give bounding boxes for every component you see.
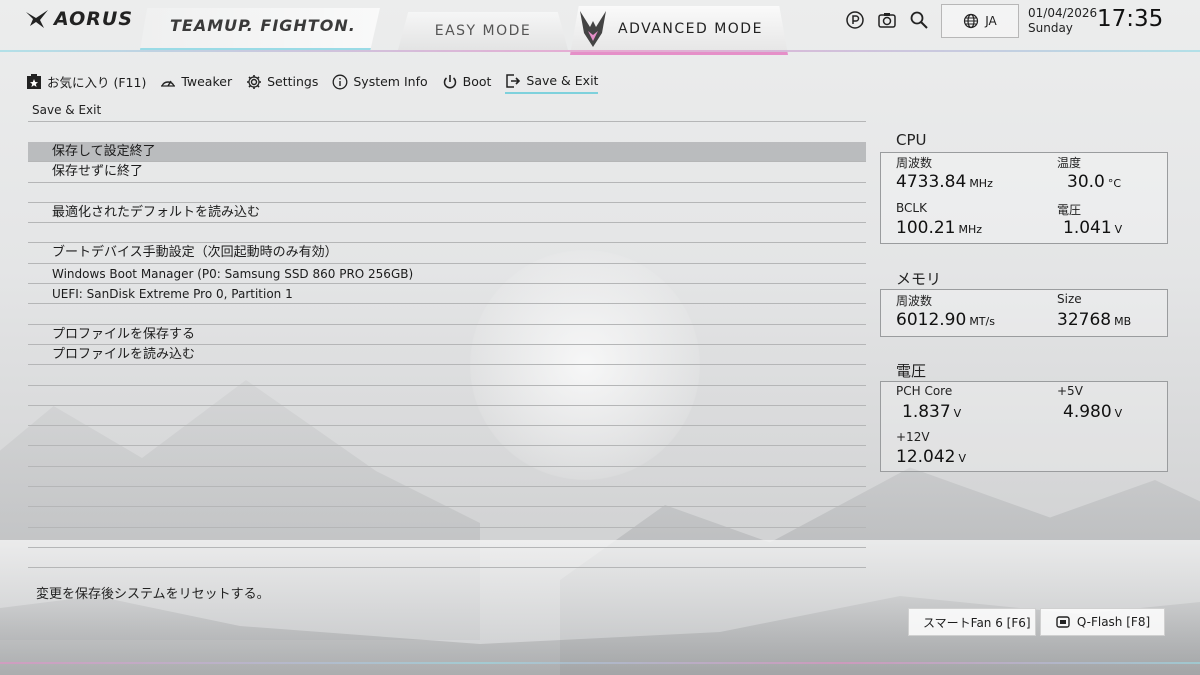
advanced-mode-tab[interactable]: ADVANCED MODE: [570, 6, 788, 55]
pch-core-value: 1.837 V: [902, 402, 962, 422]
menu-empty-row: [28, 467, 866, 488]
nav-boot[interactable]: Boot: [442, 74, 492, 93]
cpu-title: CPU: [896, 131, 927, 149]
qflash-button[interactable]: Q-Flash [F8]: [1040, 608, 1165, 636]
search-icon[interactable]: [909, 10, 929, 30]
menu-empty-row: [28, 446, 866, 467]
memory-freq-value: 6012.90 MT/s: [896, 310, 995, 330]
menu-empty-row: [28, 365, 866, 386]
header-divider: [0, 50, 1200, 52]
day-text: Sunday: [1028, 21, 1073, 35]
date-text: 01/04/2026: [1028, 6, 1098, 20]
qflash-label: Q-Flash [F8]: [1076, 615, 1151, 629]
power-icon: [443, 74, 456, 88]
nav-system-info-label: System Info: [353, 74, 428, 89]
cpu-bclk-value: 100.21 MHz: [896, 218, 983, 238]
menu-spacer: [28, 304, 866, 325]
easy-mode-tab[interactable]: EASY MODE: [398, 12, 568, 50]
menu-exit-without-saving[interactable]: 保存せずに終了: [28, 162, 866, 183]
advanced-mode-label: ADVANCED MODE: [618, 21, 763, 37]
banner-text: TEAMUP. FIGHTON.: [170, 16, 356, 35]
logo-text: AORUS: [54, 8, 134, 30]
cpu-volt-value: 1.041 V: [1063, 218, 1123, 238]
language-label: JA: [985, 14, 997, 28]
cpu-temp-value: 30.0 °C: [1067, 172, 1122, 192]
globe-icon: [964, 13, 979, 29]
teamup-banner: TEAMUP. FIGHTON.: [140, 8, 380, 50]
cpu-volt-label: 電圧: [1057, 203, 1082, 217]
menu-load-optimized-defaults[interactable]: 最適化されたデフォルトを読み込む: [28, 203, 866, 224]
nav-system-info[interactable]: System Info: [332, 74, 428, 93]
cpu-freq-value: 4733.84 MHz: [896, 172, 993, 192]
title-divider: [28, 121, 866, 122]
memory-size-label: Size: [1057, 292, 1082, 306]
exit-arrow-icon: [506, 73, 521, 88]
v12-value: 12.042 V: [896, 447, 967, 467]
cpu-bclk-label: BCLK: [896, 201, 927, 215]
menu-empty-row: [28, 406, 866, 427]
nav-tweaker-label: Tweaker: [181, 74, 233, 89]
voltage-title: 電圧: [896, 362, 927, 380]
footer-divider: [0, 662, 1200, 664]
gear-icon: [247, 74, 262, 89]
v5-value: 4.980 V: [1063, 402, 1123, 422]
menu-save-and-exit[interactable]: 保存して設定終了: [28, 142, 866, 163]
speedometer-icon: [161, 80, 176, 87]
menu-spacer: [28, 183, 866, 203]
voltage-box: PCH Core 1.837 V +5V 4.980 V +12V 12.042 V: [880, 381, 1168, 472]
v5-label: +5V: [1057, 384, 1083, 398]
nav-favorites-label: お気に入り (F11): [47, 75, 147, 90]
date-display: 01/04/2026 Sunday: [1028, 6, 1097, 36]
menu-save-profile[interactable]: プロファイルを保存する: [28, 325, 866, 345]
nav-favorites[interactable]: お気に入り (F11): [26, 72, 146, 94]
favorite-star-icon: [27, 73, 41, 89]
nav-save-exit-label: Save & Exit: [526, 73, 599, 88]
menu-empty-row: [28, 507, 866, 528]
clock: 17:35: [1097, 6, 1164, 32]
menu-empty-row: [28, 528, 866, 548]
cpu-box: 周波数 4733.84 MHz 温度 30.0 °C BCLK 100.21 MHz …: [880, 152, 1168, 244]
nav-settings[interactable]: Settings: [246, 74, 318, 93]
eagle-icon: [26, 10, 48, 28]
nav-settings-label: Settings: [267, 74, 319, 89]
memory-title: メモリ: [896, 270, 942, 288]
menu-empty-row: [28, 548, 866, 569]
chip-icon: [1056, 616, 1070, 628]
header-icons: [845, 10, 929, 30]
memory-freq-label: 周波数: [896, 294, 933, 308]
memory-box: 周波数 6012.90 MT/s Size 32768 MB: [880, 289, 1168, 337]
camera-icon[interactable]: [877, 10, 897, 30]
profile-p-icon[interactable]: [845, 10, 865, 30]
menu-empty-row: [28, 386, 866, 406]
cpu-freq-label: 周波数: [896, 156, 933, 170]
nav-tweaker[interactable]: Tweaker: [160, 74, 232, 93]
menu-load-profile[interactable]: プロファイルを読み込む: [28, 345, 866, 366]
memory-size-value: 32768 MB: [1057, 310, 1132, 330]
menu-boot-uefi-sandisk[interactable]: UEFI: SanDisk Extreme Pro 0, Partition 1: [28, 284, 866, 305]
save-exit-menu: 保存して設定終了 保存せずに終了 最適化されたデフォルトを読み込む ブートデバイ…: [28, 142, 866, 569]
menu-spacer: [28, 223, 866, 244]
menu-empty-row: [28, 426, 866, 447]
menu-boot-override-header: ブートデバイス手動設定（次回起動時のみ有効）: [28, 243, 866, 264]
v12-label: +12V: [896, 430, 930, 444]
language-selector[interactable]: JA: [941, 4, 1019, 38]
menu-boot-windows-manager[interactable]: Windows Boot Manager (P0: Samsung SSD 86…: [28, 264, 866, 285]
cpu-temp-label: 温度: [1057, 156, 1082, 170]
menu-empty-row: [28, 487, 866, 508]
main-nav: お気に入り (F11) Tweaker Settings System Info…: [26, 72, 599, 94]
smart-fan-button[interactable]: スマートFan 6 [F6]: [908, 608, 1036, 636]
aorus-logo: AORUS: [26, 8, 133, 30]
info-icon: [332, 74, 348, 89]
nav-boot-label: Boot: [462, 74, 492, 89]
smart-fan-label: スマートFan 6 [F6]: [923, 615, 1031, 630]
section-title: Save & Exit: [32, 103, 102, 117]
mascot-icon: [580, 11, 606, 47]
nav-save-exit[interactable]: Save & Exit: [505, 73, 599, 94]
help-text: 変更を保存後システムをリセットする。: [36, 587, 270, 602]
pch-core-label: PCH Core: [896, 384, 953, 398]
